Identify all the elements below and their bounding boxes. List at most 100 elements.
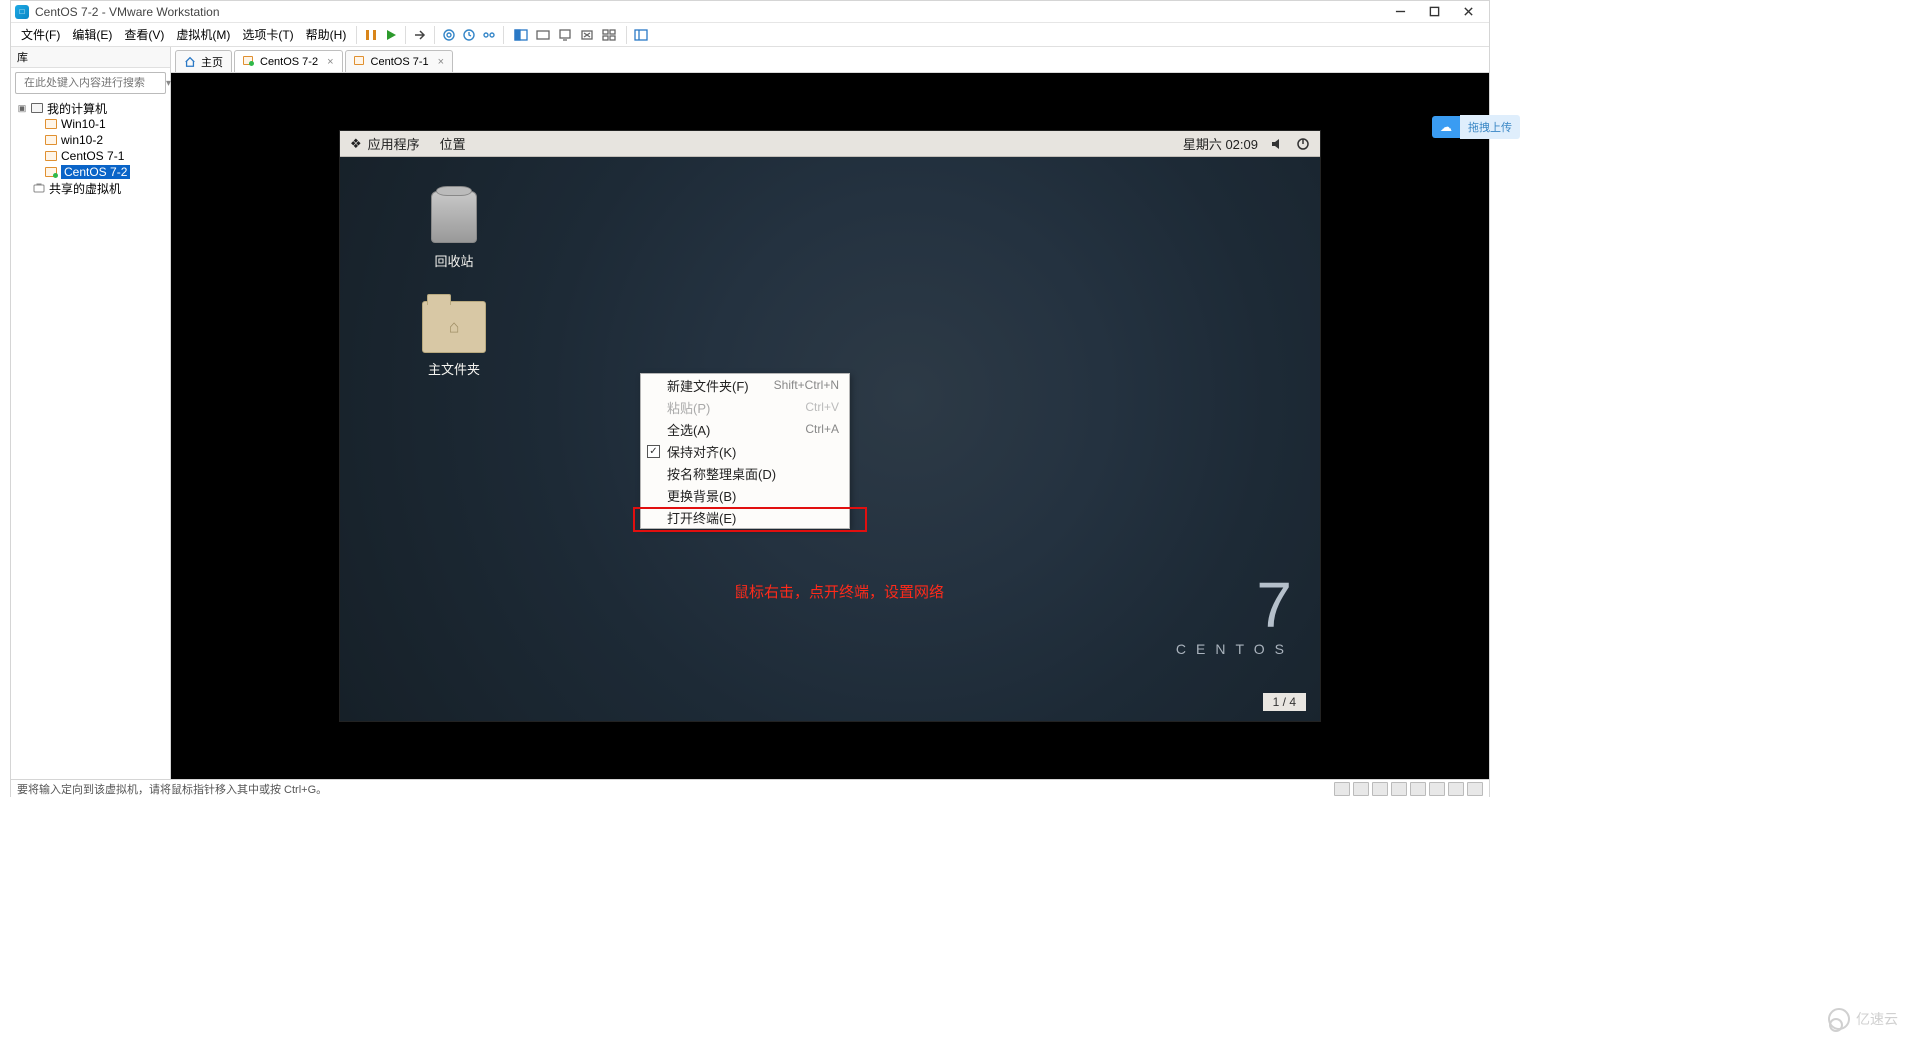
menubar: 文件(F) 编辑(E) 查看(V) 虚拟机(M) 选项卡(T) 帮助(H) — [11, 23, 1489, 47]
library-toggle-button[interactable] — [631, 25, 651, 45]
brand-name: CENTOS — [1176, 641, 1294, 657]
main-panel: 主页 CentOS 7-2 × CentOS 7-1 × ❖ — [171, 47, 1489, 779]
minimize-button[interactable] — [1383, 2, 1417, 22]
library-search[interactable]: ▾ — [15, 72, 166, 94]
tab-label: 主页 — [201, 54, 223, 70]
device-icon[interactable] — [1410, 782, 1426, 796]
tree-vm-centos-7-1[interactable]: CentOS 7-1 — [11, 148, 170, 164]
device-icon[interactable] — [1334, 782, 1350, 796]
menu-file[interactable]: 文件(F) — [15, 24, 66, 46]
ctx-open-terminal[interactable]: 打开终端(E) — [641, 506, 849, 528]
menu-tabs[interactable]: 选项卡(T) — [236, 24, 299, 46]
clock[interactable]: 星期六 02:09 — [1183, 134, 1258, 153]
menu-help[interactable]: 帮助(H) — [300, 24, 353, 46]
trash-label: 回收站 — [414, 251, 494, 270]
app-window: □ CentOS 7-2 - VMware Workstation 文件(F) … — [10, 0, 1490, 797]
send-input-button[interactable] — [410, 25, 430, 45]
brand-version: 7 — [1176, 573, 1294, 637]
home-label: 主文件夹 — [410, 359, 498, 378]
pause-button[interactable] — [361, 25, 381, 45]
window-controls — [1383, 2, 1485, 22]
tab-label: CentOS 7-2 — [260, 56, 318, 68]
device-icon[interactable] — [1467, 782, 1483, 796]
watermark: 亿速云 — [1828, 1008, 1898, 1030]
tab-centos-7-1[interactable]: CentOS 7-1 × — [345, 50, 454, 72]
ctx-organize[interactable]: 按名称整理桌面(D) — [641, 462, 849, 484]
ctx-new-folder[interactable]: 新建文件夹(F)Shift+Ctrl+N — [641, 374, 849, 396]
separator — [356, 26, 357, 44]
tab-close-icon[interactable]: × — [327, 56, 333, 68]
tree-vm-win10-1[interactable]: Win10-1 — [11, 116, 170, 132]
status-text: 要将输入定向到该虚拟机，请将鼠标指针移入其中或按 Ctrl+G。 — [17, 781, 327, 797]
console-button[interactable] — [555, 25, 575, 45]
ctx-select-all[interactable]: 全选(A)Ctrl+A — [641, 418, 849, 440]
search-input[interactable] — [24, 77, 166, 89]
places-menu[interactable]: 位置 — [440, 134, 466, 153]
home-folder-icon[interactable]: ⌂ 主文件夹 — [410, 301, 498, 378]
separator — [626, 26, 627, 44]
device-icon[interactable] — [1429, 782, 1445, 796]
vm-icon — [243, 56, 255, 68]
ctx-keep-aligned[interactable]: 保持对齐(K) — [641, 440, 849, 462]
maximize-button[interactable] — [1417, 2, 1451, 22]
fullscreen-button[interactable] — [511, 25, 531, 45]
tree-shared-vms[interactable]: 共享的虚拟机 — [11, 180, 170, 196]
statusbar-device-icons — [1334, 782, 1483, 796]
centos-branding: 7 CENTOS — [1176, 573, 1294, 657]
guest-desktop: ❖ 应用程序 位置 星期六 02:09 回收站 — [340, 131, 1320, 721]
applications-menu[interactable]: 应用程序 — [368, 134, 420, 153]
snapshot-revert-button[interactable] — [459, 25, 479, 45]
watermark-text: 亿速云 — [1856, 1009, 1898, 1029]
view-mode-group — [508, 24, 622, 46]
folder-graphic: ⌂ — [422, 301, 486, 353]
device-icon[interactable] — [1372, 782, 1388, 796]
activities-icon: ❖ — [350, 136, 362, 152]
tab-bar: 主页 CentOS 7-2 × CentOS 7-1 × — [171, 47, 1489, 73]
tree-vm-win10-2[interactable]: win10-2 — [11, 132, 170, 148]
library-tree: ▣我的计算机 Win10-1 win10-2 CentOS 7-1 CentOS… — [11, 98, 170, 779]
menu-vm[interactable]: 虚拟机(M) — [170, 24, 236, 46]
volume-icon[interactable] — [1270, 137, 1284, 151]
desktop-context-menu: 新建文件夹(F)Shift+Ctrl+N 粘贴(P)Ctrl+V 全选(A)Ct… — [640, 373, 850, 529]
unity-button[interactable] — [533, 25, 553, 45]
tree-vm-centos-7-2[interactable]: CentOS 7-2 — [11, 164, 170, 180]
device-icon[interactable] — [1353, 782, 1369, 796]
device-icon[interactable] — [1391, 782, 1407, 796]
upload-badge[interactable]: ☁ 拖拽上传 — [1432, 115, 1520, 139]
app-icon: □ — [15, 5, 29, 19]
tab-centos-7-2[interactable]: CentOS 7-2 × — [234, 50, 343, 72]
ctx-change-bg[interactable]: 更换背景(B) — [641, 484, 849, 506]
snapshot-button[interactable] — [439, 25, 459, 45]
tree-root-mycomputer[interactable]: ▣我的计算机 — [11, 100, 170, 116]
vm-canvas[interactable]: ❖ 应用程序 位置 星期六 02:09 回收站 — [171, 73, 1489, 779]
stretch-button[interactable] — [577, 25, 597, 45]
separator — [405, 26, 406, 44]
ctx-paste: 粘贴(P)Ctrl+V — [641, 396, 849, 418]
trash-icon[interactable]: 回收站 — [414, 191, 494, 270]
separator — [434, 26, 435, 44]
titlebar: □ CentOS 7-2 - VMware Workstation — [11, 1, 1489, 23]
content-area: 库 ▾ ▣我的计算机 Win10-1 win10-2 CentOS 7-1 Ce… — [11, 47, 1489, 779]
system-tray[interactable]: 星期六 02:09 — [1183, 134, 1310, 153]
check-icon — [647, 445, 660, 458]
separator — [503, 26, 504, 44]
cloud-icon: ☁ — [1432, 116, 1460, 138]
thumbnail-button[interactable] — [599, 25, 619, 45]
power-icon[interactable] — [1296, 137, 1310, 151]
tab-home[interactable]: 主页 — [175, 50, 232, 72]
watermark-icon — [1828, 1008, 1850, 1030]
home-icon — [184, 56, 196, 68]
close-button[interactable] — [1451, 2, 1485, 22]
tab-close-icon[interactable]: × — [438, 56, 444, 68]
gnome-topbar: ❖ 应用程序 位置 星期六 02:09 — [340, 131, 1320, 157]
menu-edit[interactable]: 编辑(E) — [66, 24, 118, 46]
snapshot-manager-button[interactable] — [479, 25, 499, 45]
annotation-text: 鼠标右击，点开终端，设置网络 — [734, 581, 944, 602]
device-icon[interactable] — [1448, 782, 1464, 796]
play-dropdown[interactable] — [381, 25, 401, 45]
library-header: 库 — [11, 47, 170, 68]
vm-icon — [354, 56, 366, 68]
menu-view[interactable]: 查看(V) — [118, 24, 170, 46]
library-sidebar: 库 ▾ ▣我的计算机 Win10-1 win10-2 CentOS 7-1 Ce… — [11, 47, 171, 779]
workspace-pager[interactable]: 1 / 4 — [1263, 693, 1306, 711]
